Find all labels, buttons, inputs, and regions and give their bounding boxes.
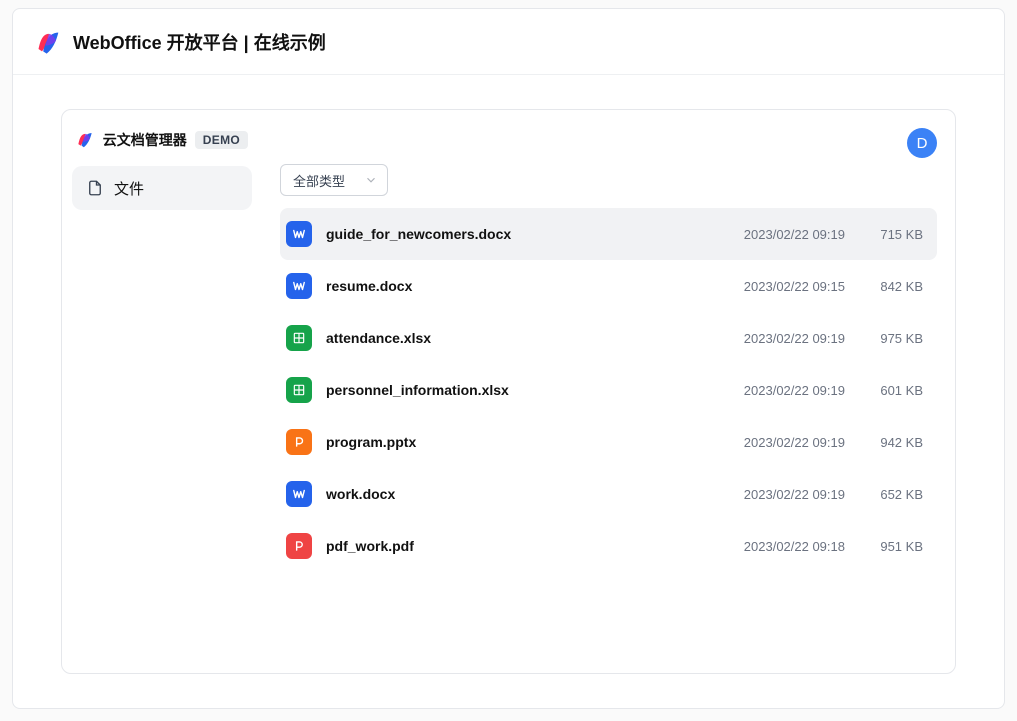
pptx-file-icon <box>286 429 312 455</box>
file-name: work.docx <box>326 486 705 502</box>
stage: 云文档管理器 DEMO 文件 D <box>13 75 1004 708</box>
app-card: WebOffice 开放平台 | 在线示例 云文档管理器 DEMO <box>12 8 1005 709</box>
type-filter-label: 全部类型 <box>293 171 345 190</box>
file-size: 652 KB <box>845 487 923 502</box>
sidebar-header: 云文档管理器 DEMO <box>72 130 252 150</box>
file-date: 2023/02/22 09:19 <box>705 331 845 346</box>
file-size: 975 KB <box>845 331 923 346</box>
sidebar-item-label: 文件 <box>114 178 144 199</box>
file-name: program.pptx <box>326 434 705 450</box>
file-size: 842 KB <box>845 279 923 294</box>
file-row[interactable]: guide_for_newcomers.docx2023/02/22 09:19… <box>280 208 937 260</box>
file-row[interactable]: attendance.xlsx2023/02/22 09:19975 KB <box>280 312 937 364</box>
sidebar-item-files[interactable]: 文件 <box>72 166 252 210</box>
file-row[interactable]: personnel_information.xlsx2023/02/22 09:… <box>280 364 937 416</box>
sidebar-title: 云文档管理器 <box>103 130 187 150</box>
file-name: guide_for_newcomers.docx <box>326 226 705 242</box>
pdf-file-icon <box>286 533 312 559</box>
file-icon <box>86 179 104 197</box>
file-row[interactable]: resume.docx2023/02/22 09:15842 KB <box>280 260 937 312</box>
file-manager-card: 云文档管理器 DEMO 文件 D <box>61 109 956 674</box>
file-date: 2023/02/22 09:19 <box>705 435 845 450</box>
file-name: attendance.xlsx <box>326 330 705 346</box>
file-size: 951 KB <box>845 539 923 554</box>
file-row[interactable]: program.pptx2023/02/22 09:19942 KB <box>280 416 937 468</box>
xlsx-file-icon <box>286 325 312 351</box>
sidebar: 云文档管理器 DEMO 文件 <box>62 110 262 673</box>
xlsx-file-icon <box>286 377 312 403</box>
file-date: 2023/02/22 09:15 <box>705 279 845 294</box>
avatar[interactable]: D <box>907 128 937 158</box>
docx-file-icon <box>286 273 312 299</box>
docx-file-icon <box>286 481 312 507</box>
file-name: pdf_work.pdf <box>326 538 705 554</box>
main-pane: D 全部类型 guide_for_newcomers.docx2023/02/2… <box>262 110 955 673</box>
page-title: WebOffice 开放平台 | 在线示例 <box>73 29 326 55</box>
topbar: WebOffice 开放平台 | 在线示例 <box>13 9 1004 75</box>
file-list[interactable]: guide_for_newcomers.docx2023/02/22 09:19… <box>280 208 945 673</box>
demo-badge: DEMO <box>195 131 248 149</box>
docx-file-icon <box>286 221 312 247</box>
file-date: 2023/02/22 09:19 <box>705 227 845 242</box>
file-size: 601 KB <box>845 383 923 398</box>
avatar-letter: D <box>917 135 928 152</box>
file-date: 2023/02/22 09:19 <box>705 383 845 398</box>
file-name: resume.docx <box>326 278 705 294</box>
file-name: personnel_information.xlsx <box>326 382 705 398</box>
file-size: 715 KB <box>845 227 923 242</box>
brand-logo-icon <box>35 28 63 56</box>
file-row[interactable]: pdf_work.pdf2023/02/22 09:18951 KB <box>280 520 937 572</box>
brand-logo-small-icon <box>76 130 95 150</box>
filter-bar: 全部类型 <box>280 164 945 196</box>
file-row[interactable]: work.docx2023/02/22 09:19652 KB <box>280 468 937 520</box>
type-filter-select[interactable]: 全部类型 <box>280 164 388 196</box>
file-size: 942 KB <box>845 435 923 450</box>
chevron-down-icon <box>363 172 379 188</box>
file-date: 2023/02/22 09:18 <box>705 539 845 554</box>
file-date: 2023/02/22 09:19 <box>705 487 845 502</box>
